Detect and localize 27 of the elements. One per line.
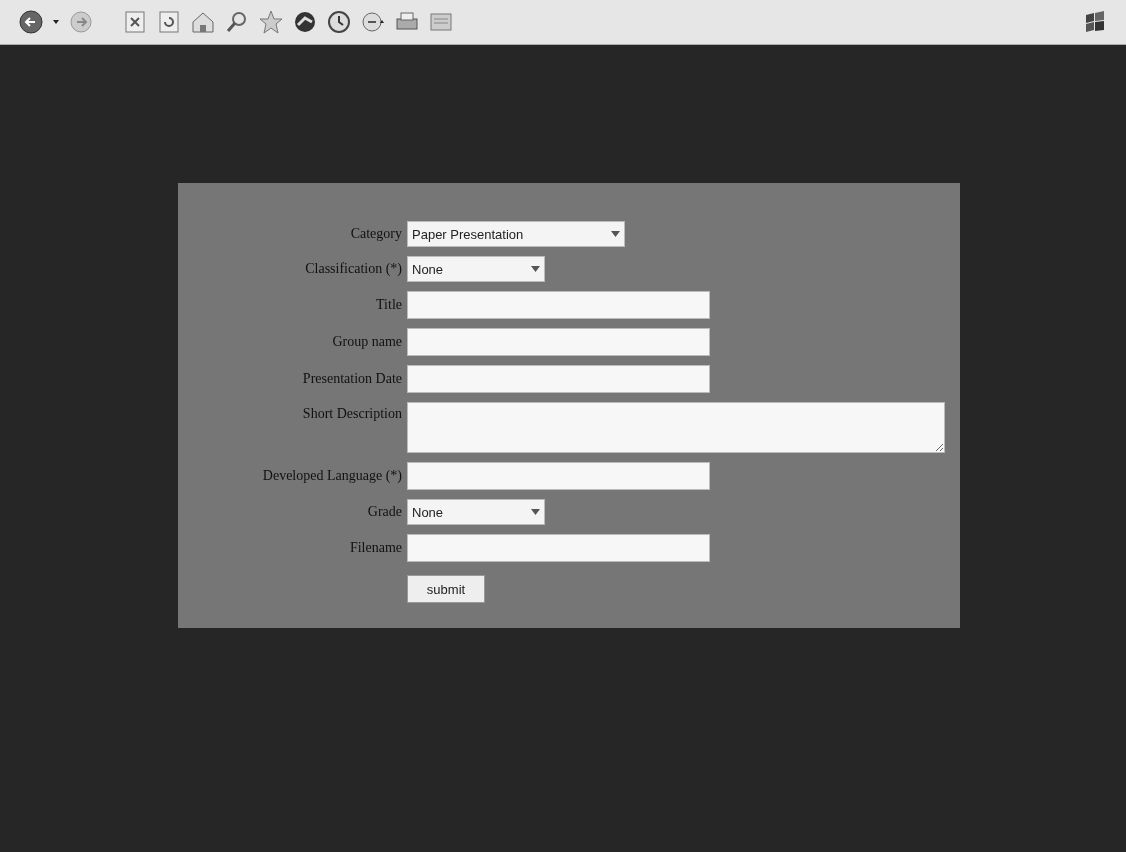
input-field[interactable] — [407, 291, 710, 319]
dropdown[interactable]: Paper Presentation — [407, 221, 626, 247]
input-field[interactable] — [407, 462, 710, 490]
caret-icon — [611, 231, 621, 237]
field-label: Title — [376, 297, 402, 313]
field-label: Category — [350, 226, 402, 242]
field-label: Group name — [332, 334, 402, 350]
caret-icon — [531, 509, 541, 515]
caret-icon — [531, 266, 541, 272]
dropdown[interactable]: None — [407, 499, 546, 525]
refresh-icon[interactable] — [156, 9, 182, 35]
field-label: Presentation Date — [302, 371, 402, 387]
field-label: Classification (*) — [305, 261, 402, 277]
field-label: Short Description — [302, 405, 402, 422]
dropdown[interactable]: None — [407, 256, 546, 282]
back-icon[interactable] — [18, 9, 44, 35]
star-icon[interactable] — [258, 9, 284, 35]
submit-button[interactable]: submit — [407, 575, 485, 603]
forward-icon[interactable] — [68, 9, 94, 35]
input-field[interactable] — [407, 328, 710, 356]
field-label: Developed Language (*) — [262, 468, 402, 484]
field-label: Filename — [349, 540, 402, 556]
history-icon[interactable] — [326, 9, 352, 35]
field-label: Grade — [367, 504, 402, 520]
input-field[interactable] — [407, 534, 710, 562]
input-field[interactable] — [407, 365, 710, 393]
stop-icon[interactable] — [122, 9, 148, 35]
